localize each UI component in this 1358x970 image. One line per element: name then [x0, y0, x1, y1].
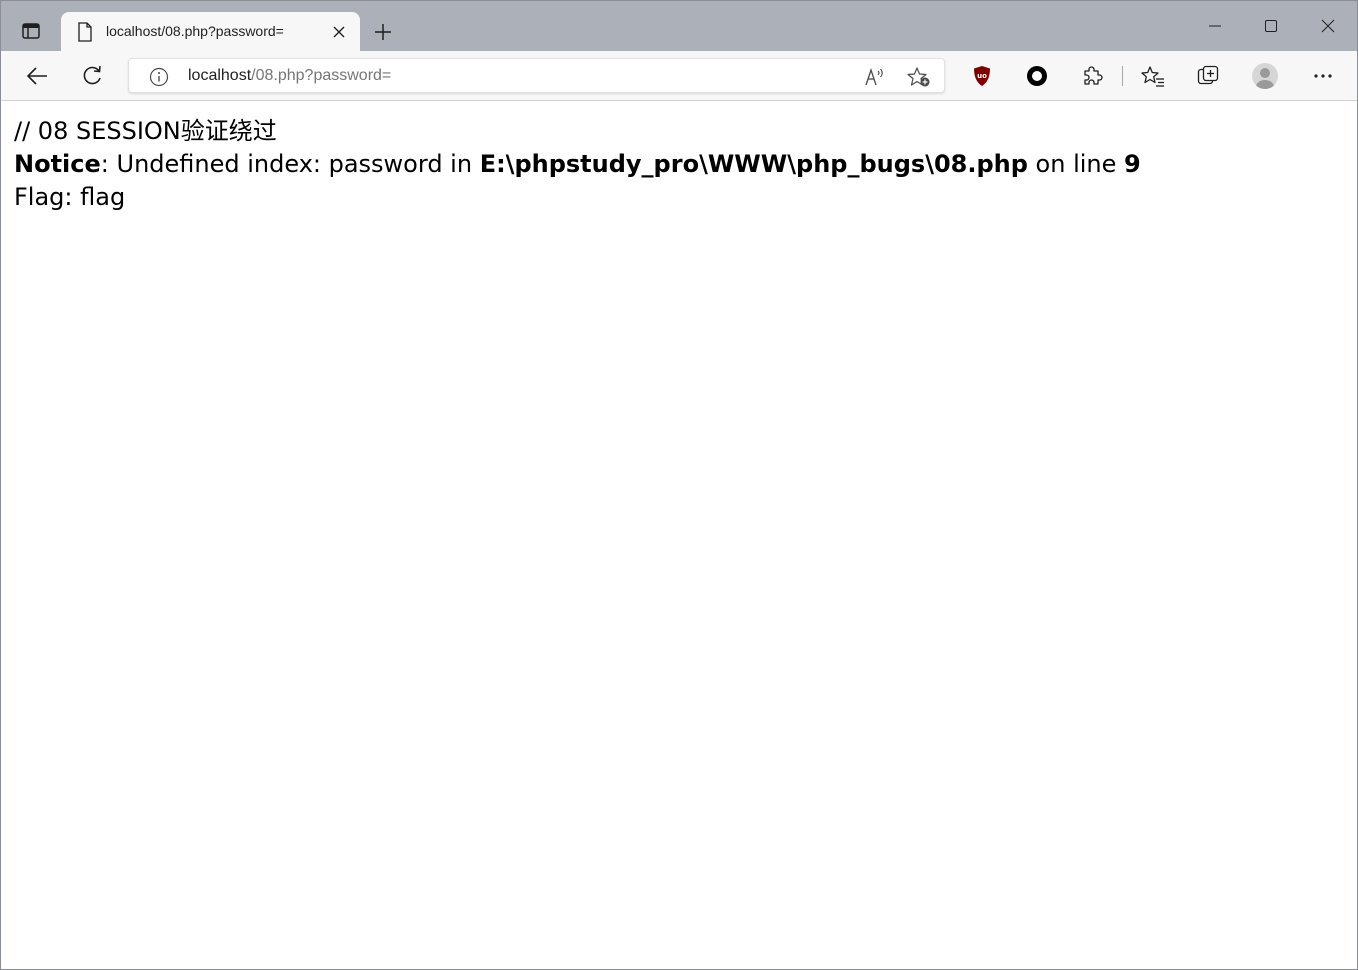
info-icon — [149, 67, 169, 87]
php-notice: Notice: Undefined index: password in E:\… — [14, 148, 1141, 181]
page-content: // 08 SESSION验证绕过 Notice: Undefined inde… — [1, 101, 1357, 969]
more-menu-icon — [1314, 74, 1332, 78]
minimize-button[interactable] — [1195, 9, 1235, 43]
notice-message: : Undefined index: password in — [100, 150, 480, 178]
favorites-button[interactable] — [1136, 60, 1170, 92]
collections-button[interactable] — [1191, 60, 1225, 92]
window-close-button[interactable] — [1308, 9, 1348, 43]
svg-text:uo: uo — [977, 72, 987, 80]
profile-avatar-icon — [1252, 63, 1278, 89]
url-text[interactable]: localhost/08.php?password= — [188, 67, 391, 85]
notice-line-number: 9 — [1124, 150, 1141, 178]
page-document-icon — [78, 22, 92, 42]
tab-close-button[interactable] — [329, 22, 349, 42]
back-button[interactable] — [20, 60, 54, 92]
notice-file-path: E:\phpstudy_pro\WWW\php_bugs\08.php — [479, 150, 1028, 178]
ublock-origin-icon: uo — [974, 66, 990, 86]
browser-toolbar: localhost/08.php?password= uo — [1, 51, 1357, 101]
read-aloud-icon — [865, 67, 883, 86]
close-icon — [333, 26, 345, 38]
favorites-icon — [1141, 66, 1164, 87]
active-tab[interactable]: localhost/08.php?password= — [61, 12, 360, 51]
back-arrow-icon — [26, 67, 47, 85]
browser-window: localhost/08.php?password= localhost/08.… — [0, 0, 1358, 970]
tab-actions-icon — [22, 23, 40, 39]
tab-actions-button[interactable] — [14, 16, 48, 46]
ublock-origin-button[interactable]: uo — [965, 60, 999, 92]
record-circle-icon — [1027, 66, 1047, 86]
title-bar: localhost/08.php?password= — [1, 1, 1357, 51]
maximize-button[interactable] — [1251, 9, 1291, 43]
flag-line: Flag: flag — [14, 183, 126, 211]
refresh-button[interactable] — [75, 60, 109, 92]
minimize-icon — [1209, 25, 1221, 27]
notice-line-text: on line — [1027, 150, 1125, 178]
close-icon — [1321, 19, 1335, 33]
profile-button[interactable] — [1248, 60, 1282, 92]
refresh-icon — [83, 65, 101, 85]
notice-label: Notice — [14, 150, 101, 178]
address-bar[interactable]: localhost/08.php?password= — [128, 58, 945, 93]
more-menu-button[interactable] — [1306, 60, 1340, 92]
record-extension-button[interactable] — [1020, 60, 1054, 92]
url-host: localhost — [188, 67, 252, 84]
plus-icon — [375, 24, 391, 40]
page-output: // 08 SESSION验证绕过 Notice: Undefined inde… — [14, 115, 1141, 214]
comment-line: // 08 SESSION验证绕过 — [14, 117, 277, 145]
toolbar-separator — [1122, 66, 1123, 86]
tab-title: localhost/08.php?password= — [106, 23, 284, 39]
add-favorite-button[interactable] — [906, 64, 932, 90]
url-path: /08.php?password= — [251, 67, 392, 84]
site-info-button[interactable] — [148, 66, 170, 88]
extensions-button[interactable] — [1075, 60, 1109, 92]
extensions-icon — [1084, 66, 1103, 85]
new-tab-button[interactable] — [369, 18, 397, 46]
add-favorite-icon — [907, 67, 930, 87]
maximize-icon — [1265, 20, 1277, 32]
collections-icon — [1197, 65, 1219, 85]
read-aloud-button[interactable] — [862, 64, 888, 90]
